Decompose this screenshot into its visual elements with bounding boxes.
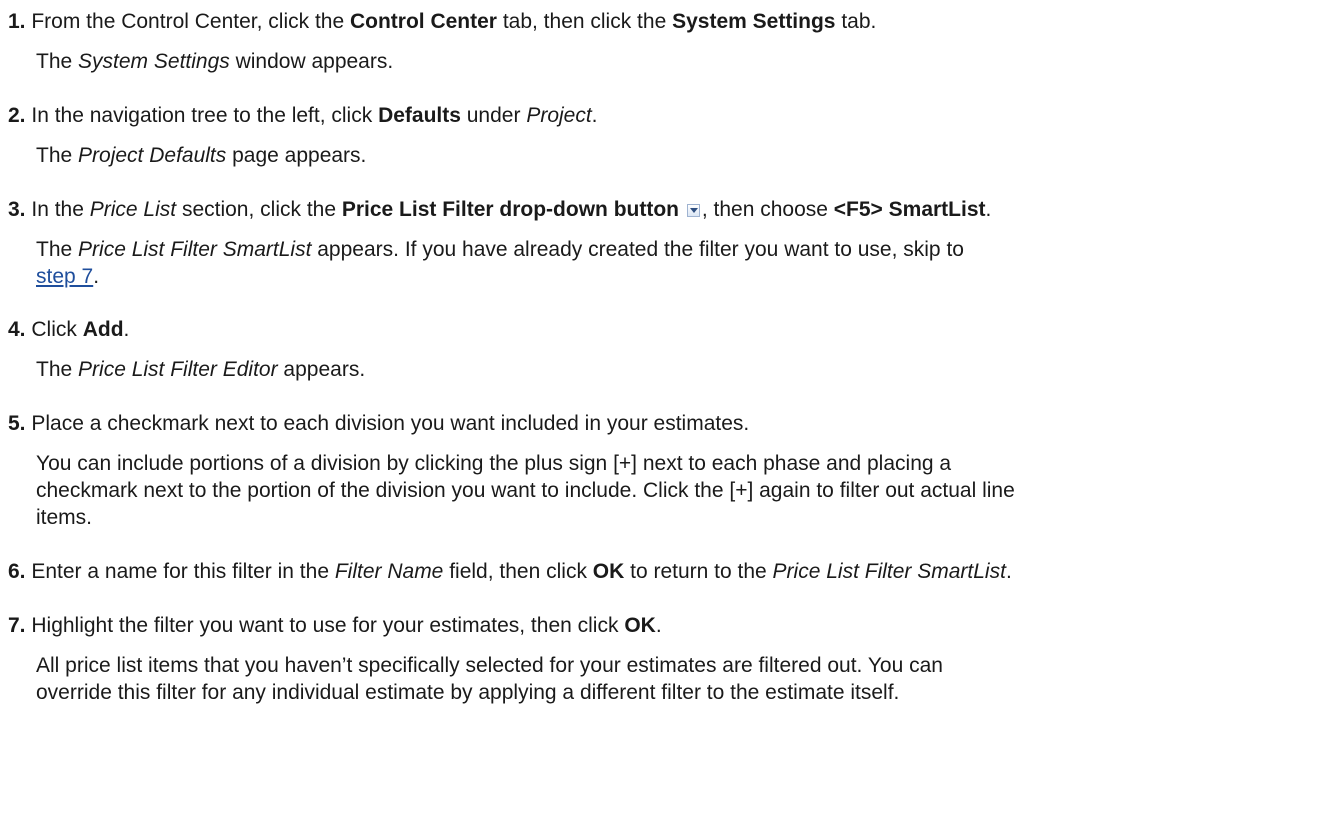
step-text: Highlight the filter you want to use for… (31, 614, 625, 637)
step-4: 4. Click Add. (8, 316, 1318, 343)
step-text: tab, then click the (496, 10, 673, 33)
step-text: . (655, 614, 662, 637)
step-1-result: The System Settings window appears. (36, 48, 1316, 75)
result-line-1: All price list items that you haven’t sp… (36, 654, 943, 677)
window-name: Price List Filter SmartList (772, 560, 1006, 583)
step-3: 3. In the Price List section, click the … (8, 196, 1318, 223)
step-text: In the (31, 198, 90, 221)
result-line-2: override this filter for any individual … (36, 681, 900, 704)
step-text: Enter a name for this filter in the (31, 560, 335, 583)
price-list-filter-label: Price List Filter drop-down button (341, 198, 679, 221)
help-document: 1. From the Control Center, click the Co… (0, 0, 1328, 826)
step-number: 4. (8, 318, 26, 341)
result-line-2: checkmark next to the portion of the div… (36, 479, 1015, 502)
result-text: The (36, 50, 73, 73)
step-4-result: The Price List Filter Editor appears. (36, 356, 1316, 383)
system-settings-label: System Settings (672, 10, 836, 33)
step-text: . (591, 104, 598, 127)
smartlist-label: <F5> SmartList (833, 198, 986, 221)
control-center-label: Control Center (349, 10, 497, 33)
step-number: 5. (8, 412, 26, 435)
field-name: Filter Name (334, 560, 444, 583)
step-text: In the navigation tree to the left, clic… (31, 104, 379, 127)
step-number: 2. (8, 104, 26, 127)
step-text: . (123, 318, 130, 341)
result-text: appears. If you have already created the… (311, 238, 964, 261)
step-number: 3. (8, 198, 26, 221)
step-3-result: The Price List Filter SmartList appears.… (36, 236, 1316, 290)
add-label: Add (82, 318, 124, 341)
step-text: From the Control Center, click the (31, 10, 350, 33)
result-line-1: You can include portions of a division b… (36, 452, 952, 475)
step-text: under (460, 104, 527, 127)
ok-label: OK (592, 560, 625, 583)
step-5-result: You can include portions of a division b… (36, 450, 1316, 531)
window-name: Price List Filter SmartList (78, 238, 312, 261)
step-text: Place a checkmark next to each division … (31, 412, 750, 435)
step-7: 7. Highlight the filter you want to use … (8, 612, 1318, 639)
section-name: Price List (89, 198, 177, 221)
step-5-instruction: 5. Place a checkmark next to each divisi… (8, 410, 1318, 437)
step-6: 6. Enter a name for this filter in the F… (8, 558, 1318, 585)
step-2: 2. In the navigation tree to the left, c… (8, 102, 1318, 129)
project-label: Project (526, 104, 592, 127)
step-1-instruction: 1. From the Control Center, click the Co… (8, 8, 1318, 35)
window-name: Price List Filter Editor (78, 358, 278, 381)
result-text: window appears. (229, 50, 394, 73)
step-2-result: The Project Defaults page appears. (36, 142, 1316, 169)
result-text: page appears. (226, 144, 367, 167)
result-line-2: step 7. (36, 263, 1316, 290)
result-text: The (36, 238, 73, 261)
step-5: 5. Place a checkmark next to each divisi… (8, 410, 1318, 437)
step-text: to return to the (624, 560, 773, 583)
step-text: Click (31, 318, 83, 341)
result-line-1: The Price List Filter SmartList appears.… (36, 236, 1316, 263)
step-text: . (1005, 560, 1012, 583)
step-number: 1. (8, 10, 26, 33)
result-text: . (93, 265, 100, 288)
ok-label: OK (624, 614, 656, 637)
step-number: 7. (8, 614, 26, 637)
step-2-instruction: 2. In the navigation tree to the left, c… (8, 102, 1318, 129)
result-text: appears. (277, 358, 366, 381)
result-text: The (36, 358, 73, 381)
step-text: . (985, 198, 992, 221)
result-line-3: items. (36, 506, 93, 529)
step-3-instruction: 3. In the Price List section, click the … (8, 196, 1318, 223)
step-6-instruction: 6. Enter a name for this filter in the F… (8, 558, 1318, 585)
dropdown-button-icon (686, 204, 700, 217)
step-7-result: All price list items that you haven’t sp… (36, 652, 1316, 706)
step-number: 6. (8, 560, 26, 583)
step-7-instruction: 7. Highlight the filter you want to use … (8, 612, 1318, 639)
defaults-label: Defaults (378, 104, 461, 127)
window-name: System Settings (78, 50, 230, 73)
step-text: field, then click (443, 560, 593, 583)
page-name: Project Defaults (78, 144, 227, 167)
result-text: The (36, 144, 73, 167)
step-7-link[interactable]: step 7 (36, 265, 93, 288)
step-text: tab. (835, 10, 877, 33)
step-text: , then choose (701, 198, 834, 221)
step-text: section, click the (176, 198, 342, 221)
step-4-instruction: 4. Click Add. (8, 316, 1318, 343)
step-1: 1. From the Control Center, click the Co… (8, 8, 1318, 35)
